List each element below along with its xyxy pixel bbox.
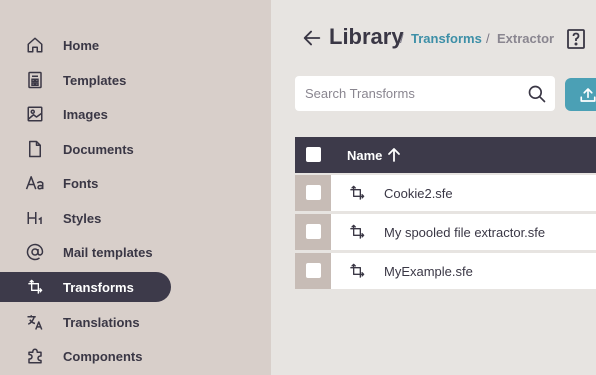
transform-icon [349, 185, 365, 201]
translate-icon [25, 312, 45, 332]
home-icon [25, 35, 45, 55]
breadcrumb-separator: / [486, 31, 490, 46]
document-icon [25, 139, 45, 159]
transform-icon [349, 224, 365, 240]
sidebar-item-label: Documents [63, 141, 134, 157]
sidebar-item-label: Styles [63, 210, 102, 226]
main-content: Library / Transforms / Extractor Name [271, 0, 596, 375]
row-checkbox[interactable] [306, 224, 321, 239]
select-all-checkbox[interactable] [306, 147, 321, 162]
sidebar: Home Templates Images Documents Fonts St… [0, 0, 271, 375]
sort-arrow-up-icon[interactable] [387, 147, 401, 163]
table-header: Name [295, 137, 596, 173]
sidebar-item-label: Mail templates [63, 244, 153, 260]
file-name: MyExample.sfe [384, 264, 473, 279]
row-checkbox-cell [295, 175, 331, 211]
transform-icon [25, 277, 45, 297]
sidebar-item-label: Home [63, 37, 100, 53]
image-icon [25, 104, 45, 124]
sidebar-item-transforms[interactable]: Transforms [0, 272, 171, 302]
row-checkbox[interactable] [306, 185, 321, 200]
sidebar-item-label: Components [63, 348, 143, 364]
search-icon[interactable] [527, 84, 547, 104]
breadcrumb-transforms[interactable]: Transforms [411, 31, 482, 46]
column-header-name[interactable]: Name [347, 148, 382, 163]
sidebar-item-label: Templates [63, 72, 127, 88]
at-icon [25, 242, 45, 262]
transform-icon [349, 263, 365, 279]
fonts-icon [25, 173, 45, 193]
back-arrow-icon[interactable] [301, 27, 323, 49]
sidebar-item-label: Fonts [63, 175, 99, 191]
row-checkbox[interactable] [306, 263, 321, 278]
help-icon[interactable] [566, 28, 586, 50]
sidebar-item-label: Translations [63, 314, 140, 330]
breadcrumb-current: Extractor [497, 31, 555, 46]
puzzle-icon [25, 346, 45, 366]
sidebar-item-label: Images [63, 106, 108, 122]
search-input[interactable] [295, 76, 525, 111]
templates-icon [25, 70, 45, 90]
table-row[interactable]: MyExample.sfe [295, 253, 596, 289]
upload-icon [579, 86, 596, 104]
upload-button[interactable] [565, 78, 596, 111]
file-name: Cookie2.sfe [384, 186, 453, 201]
heading-icon [25, 208, 45, 228]
page-title: Library [329, 24, 404, 49]
row-checkbox-cell [295, 253, 331, 289]
table-row[interactable]: My spooled file extractor.sfe [295, 214, 596, 250]
file-name: My spooled file extractor.sfe [384, 225, 546, 240]
table-row[interactable]: Cookie2.sfe [295, 175, 596, 211]
row-checkbox-cell [295, 214, 331, 250]
search-box [295, 76, 555, 111]
breadcrumb-separator: / [400, 31, 404, 46]
sidebar-item-label: Transforms [63, 279, 134, 295]
